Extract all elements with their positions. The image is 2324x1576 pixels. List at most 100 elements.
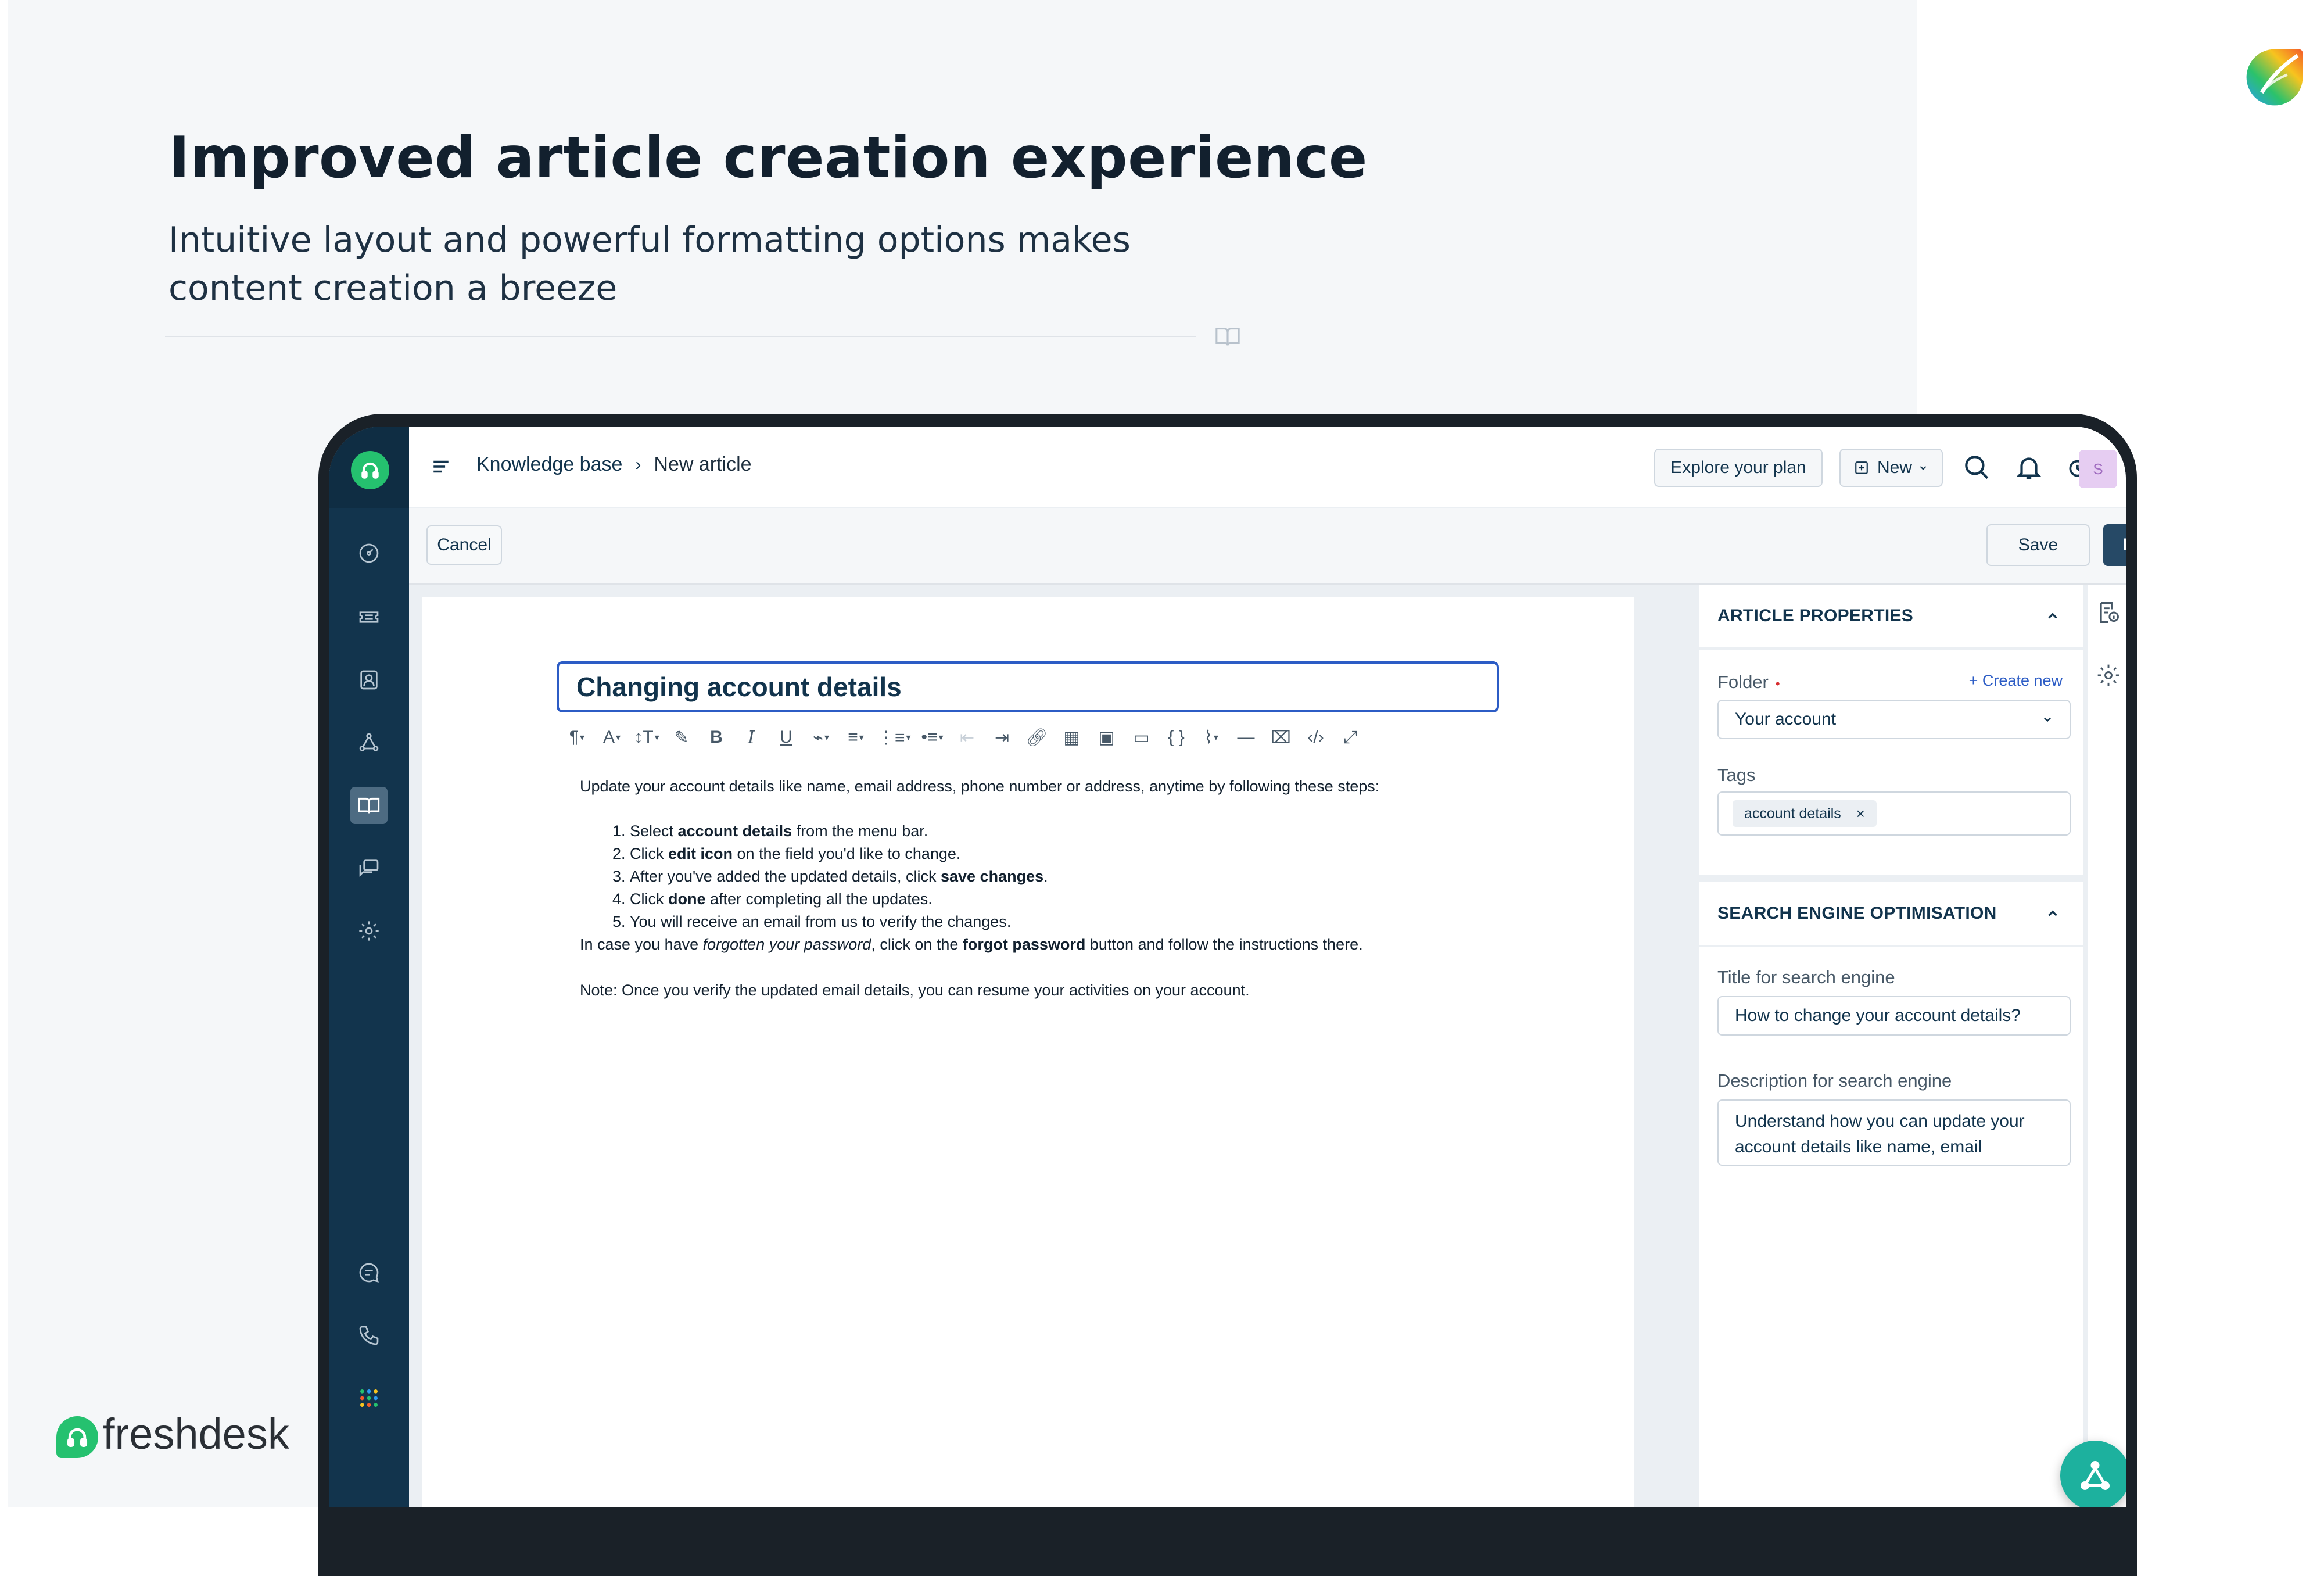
article-title-input[interactable]: Changing account details — [557, 661, 1499, 712]
search-icon[interactable] — [1959, 450, 1994, 485]
paragraph-icon[interactable]: ¶ ▾ — [561, 723, 593, 752]
article-intro: Update your account details like name, e… — [580, 778, 1380, 795]
table-icon[interactable]: ▦ — [1056, 723, 1088, 752]
horizontal-rule-icon[interactable]: — — [1231, 723, 1262, 752]
solutions-icon — [358, 797, 380, 814]
seo-header[interactable]: SEARCH ENGINE OPTIMISATION — [1699, 882, 2083, 947]
seo-description-input[interactable]: Understand how you can update your accou… — [1717, 1099, 2071, 1166]
chevron-up-icon[interactable] — [2045, 906, 2060, 921]
seo-title: SEARCH ENGINE OPTIMISATION — [1717, 904, 1997, 923]
sidebar-item-social[interactable] — [350, 724, 388, 761]
tickets-icon — [359, 611, 379, 623]
chevron-down-icon — [2044, 717, 2051, 722]
list-item: Click done after completing all the upda… — [630, 888, 1509, 911]
save-button[interactable]: Save — [1986, 524, 2090, 566]
color-icon[interactable]: ⌁ ▾ — [805, 723, 837, 752]
fullscreen-icon[interactable]: ⤢ — [1335, 723, 1367, 752]
freshdesk-app-logo-icon[interactable] — [351, 451, 389, 489]
user-avatar[interactable]: S — [2079, 450, 2117, 488]
cancel-button[interactable]: Cancel — [426, 525, 502, 565]
properties-panel: ARTICLE PROPERTIES Folder • + Create new … — [1693, 585, 2086, 1507]
sidebar-item-dashboard[interactable] — [350, 535, 388, 572]
article-properties-card: ARTICLE PROPERTIES Folder • + Create new … — [1699, 585, 2083, 875]
outdent-icon[interactable]: ⇤ — [952, 723, 983, 752]
freddy-ai-button[interactable] — [2060, 1441, 2126, 1507]
unordered-list-icon[interactable]: •≡ ▾ — [917, 723, 948, 752]
sidebar-item-forums[interactable] — [350, 850, 388, 887]
steps-list: Select account details from the menu bar… — [580, 820, 1509, 933]
publish-button[interactable]: Publish — [2103, 524, 2126, 566]
social-icon — [359, 733, 379, 751]
folder-select[interactable]: Your account — [1717, 700, 2071, 739]
freshworks-logo-icon — [2246, 49, 2303, 106]
chevron-up-icon[interactable] — [2045, 608, 2060, 624]
seo-title-input[interactable]: How to change your account details? — [1717, 996, 2071, 1036]
code-block-icon[interactable]: { } — [1161, 723, 1192, 752]
headset-icon — [56, 1416, 98, 1458]
line-height-icon[interactable]: ↕T ▾ — [631, 723, 662, 752]
promo-subhead-line: content creation a breeze — [168, 268, 618, 309]
sidebar-item-chat[interactable] — [350, 1254, 388, 1291]
clear-format-icon[interactable]: ⌧ — [1265, 723, 1297, 752]
video-icon[interactable]: ▭ — [1126, 723, 1157, 752]
seo-title-label: Title for search engine — [1717, 967, 1895, 987]
forums-icon — [359, 859, 379, 877]
align-icon[interactable]: ≡ ▾ — [840, 723, 871, 752]
phone-icon — [359, 1326, 379, 1345]
explore-plan-button[interactable]: Explore your plan — [1654, 449, 1823, 487]
tag-chip: account details × — [1733, 800, 1877, 827]
font-icon[interactable]: A ▾ — [596, 723, 627, 752]
seo-card: SEARCH ENGINE OPTIMISATION Title for sea… — [1699, 882, 2083, 1507]
underline-icon[interactable]: U — [770, 723, 802, 752]
freshdesk-logo: freshdesk — [56, 1410, 289, 1459]
create-new-folder-link[interactable]: + Create new — [1969, 672, 2063, 690]
formatting-toolbar: ¶ ▾ A ▾ ↕T ▾ ✎ B I U ⌁ ▾ ≡ ▾ ⋮≡ ▾ •≡ ▾ ⇤ ⇥ 🔗︎ ▦… — [561, 722, 1497, 753]
right-icon-rail — [2086, 585, 2126, 1507]
ordered-list-icon[interactable]: ⋮≡ ▾ — [875, 723, 913, 752]
sidebar-item-contacts[interactable] — [350, 661, 388, 699]
network-icon — [2081, 1461, 2110, 1490]
sidebar-item-solutions[interactable] — [350, 787, 388, 824]
seo-description-label: Description for search engine — [1717, 1070, 1952, 1091]
new-button[interactable]: New — [1839, 449, 1943, 487]
sidebar-item-apps[interactable] — [350, 1380, 388, 1417]
source-code-icon[interactable]: ‹/› — [1300, 723, 1332, 752]
promo-subhead-line: Intuitive layout and powerful formatting… — [168, 220, 1131, 260]
breadcrumb-knowledge-base[interactable]: Knowledge base — [476, 453, 622, 476]
tags-label: Tags — [1717, 765, 1756, 785]
tags-input[interactable]: account details × — [1717, 791, 2071, 836]
italic-icon[interactable]: I — [736, 723, 767, 752]
article-properties-header[interactable]: ARTICLE PROPERTIES — [1699, 585, 2083, 650]
dashboard-icon — [359, 543, 379, 563]
new-button-label: New — [1877, 458, 1912, 477]
app-screen: Knowledge base › New article Explore you… — [329, 427, 2126, 1507]
required-indicator: • — [1775, 676, 1780, 691]
menu-icon[interactable] — [431, 457, 451, 477]
list-item: After you've added the updated details, … — [630, 865, 1509, 888]
promo-headline: Improved article creation experience — [168, 125, 1368, 191]
image-icon[interactable]: ▣ — [1091, 723, 1122, 752]
chat-icon — [359, 1263, 379, 1283]
close-icon[interactable]: × — [1856, 805, 1865, 823]
breadcrumb-separator-icon: › — [635, 454, 641, 474]
article-info-icon[interactable] — [2096, 600, 2121, 625]
sidebar-item-phone[interactable] — [350, 1317, 388, 1354]
link-icon[interactable]: 🔗︎ — [1021, 723, 1053, 752]
bold-icon[interactable]: B — [701, 723, 732, 752]
sidebar-item-settings[interactable] — [350, 912, 388, 950]
ai-assist-icon[interactable] — [2096, 662, 2121, 688]
list-item: You will receive an email from us to ver… — [630, 911, 1509, 933]
indent-icon[interactable]: ⇥ — [987, 723, 1018, 752]
app-sidebar — [329, 427, 409, 1507]
article-properties-title: ARTICLE PROPERTIES — [1717, 606, 1914, 625]
notification-bell-icon[interactable] — [2011, 450, 2046, 485]
sidebar-item-tickets[interactable] — [350, 599, 388, 636]
highlight-icon[interactable]: ✎ — [666, 723, 697, 752]
attachment-icon[interactable]: ⌇ ▾ — [1196, 723, 1227, 752]
forgot-password-paragraph: In case you have forgotten your password… — [580, 936, 1363, 953]
article-body[interactable]: Update your account details like name, e… — [580, 775, 1509, 1002]
article-note: Note: Once you verify the updated email … — [580, 982, 1250, 999]
action-bar: Cancel Save Publish — [409, 508, 2126, 585]
breadcrumb: Knowledge base › New article — [476, 453, 752, 476]
promo-divider — [165, 336, 1196, 337]
